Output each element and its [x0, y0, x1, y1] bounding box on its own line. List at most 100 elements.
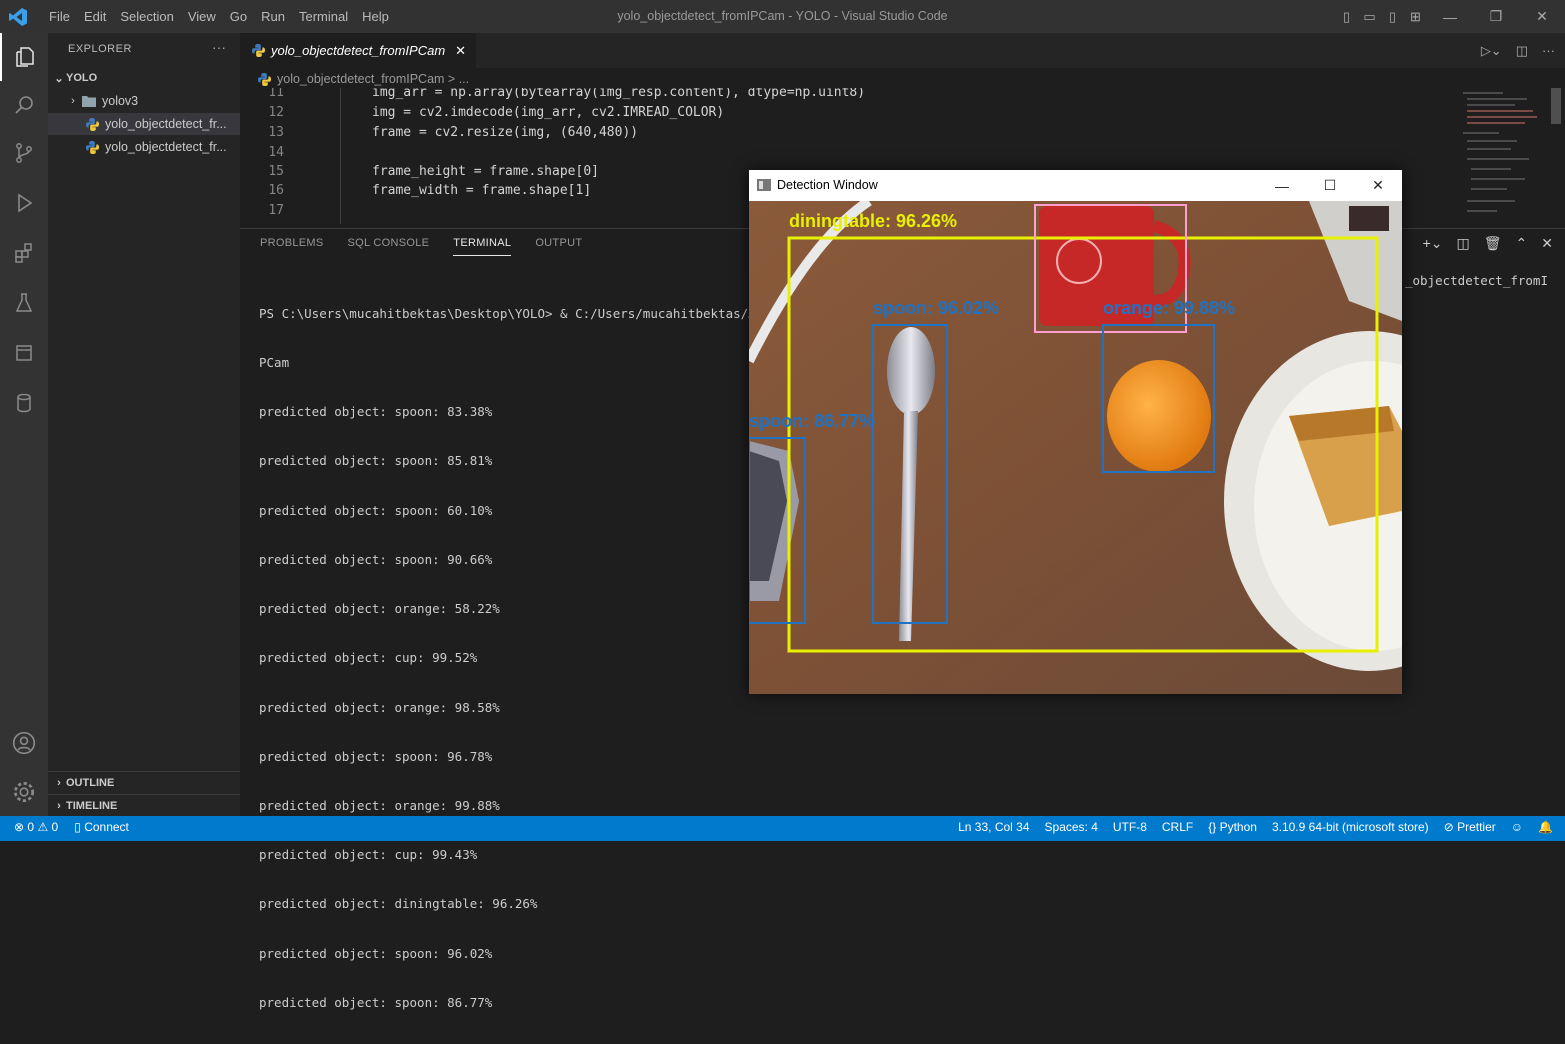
tab-output[interactable]: OUTPUT: [535, 237, 582, 256]
close-window-button[interactable]: ✕: [1519, 0, 1565, 33]
editor-tab-label: yolo_objectdetect_fromIPCam: [271, 43, 446, 58]
tab-terminal[interactable]: TERMINAL: [453, 237, 512, 256]
outline-section[interactable]: › OUTLINE: [48, 771, 240, 794]
kill-terminal-icon[interactable]: 🗑: [1484, 235, 1502, 252]
encoding[interactable]: UTF-8: [1113, 820, 1147, 834]
timeline-section[interactable]: › TIMELINE: [48, 794, 240, 817]
terminal-line-continuation: _objectdetect_fromI: [1405, 273, 1548, 288]
detection-window[interactable]: Detection Window — ☐ ✕ diningtable: 96.2…: [749, 170, 1402, 694]
line-number: 11: [268, 88, 284, 100]
close-panel-icon[interactable]: ✕: [1541, 235, 1553, 252]
code-line: 14: [240, 145, 284, 165]
search-icon[interactable]: [0, 81, 48, 129]
customize-layout-icon[interactable]: ⊞: [1404, 0, 1427, 33]
close-button[interactable]: ✕: [1354, 170, 1402, 201]
terminal-line: predicted object: spoon: 83.38%: [259, 404, 493, 420]
indentation[interactable]: Spaces: 4: [1045, 820, 1098, 834]
line-number: 17: [268, 203, 284, 218]
terminal-line: predicted object: diningtable: 96.26%: [259, 896, 538, 912]
explorer-sidebar: EXPLORER ··· ⌄ YOLO › yolov3 yolo_object…: [48, 33, 240, 816]
minimap[interactable]: [1455, 88, 1565, 224]
connect-status[interactable]: ▯ Connect: [74, 820, 129, 834]
maximize-panel-icon[interactable]: ⌃: [1516, 235, 1528, 252]
run-python-icon[interactable]: ▷⌄: [1481, 43, 1502, 59]
restore-button[interactable]: ❐: [1473, 0, 1519, 33]
maximize-button[interactable]: ☐: [1306, 170, 1354, 201]
chevron-right-icon: ›: [71, 95, 75, 107]
prettier-status[interactable]: ⊘ Prettier: [1444, 820, 1496, 834]
detection-window-titlebar[interactable]: Detection Window — ☐ ✕: [749, 170, 1402, 201]
split-terminal-icon[interactable]: ◫: [1457, 235, 1470, 252]
chevron-down-icon: ⌄: [54, 72, 64, 85]
run-debug-icon[interactable]: [0, 179, 48, 227]
terminal-line: predicted object: orange: 98.58%: [259, 699, 500, 715]
terminal-output[interactable]: PS C:\Users\mucahitbektas\Desktop\YOLO> …: [259, 273, 756, 1044]
detection-label-spoon: spoon: 96.02%: [873, 298, 1000, 318]
explorer-header: EXPLORER: [68, 43, 132, 55]
error-icon: ⊗: [14, 820, 25, 834]
tree-item-file[interactable]: yolo_objectdetect_fr...: [48, 113, 240, 135]
breadcrumb-text[interactable]: yolo_objectdetect_fromIPCam > ...: [277, 72, 469, 86]
editor-more-icon[interactable]: ···: [1542, 43, 1555, 58]
terminal-line: predicted object: spoon: 85.81%: [259, 453, 493, 469]
menu-file[interactable]: File: [42, 9, 77, 24]
workspace-root-label: YOLO: [66, 72, 98, 84]
problems-status[interactable]: ⊗ 0 ⚠ 0: [14, 820, 58, 834]
minimize-button[interactable]: —: [1258, 170, 1306, 201]
timeline-label: TIMELINE: [66, 800, 118, 812]
minimize-button[interactable]: —: [1427, 0, 1473, 33]
python-interpreter[interactable]: 3.10.9 64-bit (microsoft store): [1272, 820, 1429, 834]
notifications-bell-icon[interactable]: 🔔: [1538, 820, 1553, 834]
code-line: 16 frame_width = frame.shape[1]: [240, 183, 591, 203]
testing-flask-icon[interactable]: [0, 279, 48, 327]
python-file-icon: [252, 44, 265, 57]
close-tab-icon[interactable]: ✕: [455, 43, 466, 59]
tree-item-file[interactable]: yolo_objectdetect_fr...: [48, 136, 240, 158]
account-icon[interactable]: [0, 719, 48, 767]
cursor-position[interactable]: Ln 33, Col 34: [958, 820, 1029, 834]
toggle-sidebar-icon[interactable]: ▯: [1335, 0, 1358, 33]
plug-icon: ▯: [74, 820, 81, 834]
menu-edit[interactable]: Edit: [77, 9, 113, 24]
menu-terminal[interactable]: Terminal: [292, 9, 355, 24]
toggle-secondary-sidebar-icon[interactable]: ▯: [1381, 0, 1404, 33]
error-count: 0: [27, 820, 35, 834]
workspace-root[interactable]: ⌄ YOLO: [48, 67, 240, 89]
python-file-icon: [86, 140, 99, 154]
code-text: img = cv2.imdecode(img_arr, cv2.IMREAD_C…: [372, 105, 725, 120]
terminal-line: predicted object: cup: 99.43%: [259, 847, 478, 863]
feedback-icon[interactable]: ☺: [1511, 820, 1523, 834]
warning-count: 0: [51, 820, 59, 834]
detection-label-diningtable: diningtable: 96.26%: [789, 211, 958, 231]
menu-view[interactable]: View: [181, 9, 223, 24]
tree-item-folder[interactable]: › yolov3: [48, 90, 240, 112]
connect-label: Connect: [84, 820, 129, 834]
toggle-panel-icon[interactable]: ▭: [1358, 0, 1381, 33]
line-number: 12: [268, 105, 284, 120]
language-mode[interactable]: {} Python: [1208, 820, 1257, 834]
menu-go[interactable]: Go: [223, 9, 254, 24]
menu-help[interactable]: Help: [355, 9, 396, 24]
settings-gear-icon[interactable]: [0, 768, 48, 816]
extensions-icon[interactable]: [0, 229, 48, 277]
remote-explorer-icon[interactable]: [0, 329, 48, 377]
terminal-line: PCam: [259, 355, 290, 371]
tab-problems[interactable]: PROBLEMS: [260, 237, 324, 256]
check-icon: ⊘: [1443, 820, 1454, 834]
menu-run[interactable]: Run: [254, 9, 292, 24]
split-editor-icon[interactable]: ◫: [1516, 43, 1528, 59]
breadcrumb: yolo_objectdetect_fromIPCam > ...: [258, 70, 469, 88]
more-actions-icon[interactable]: ···: [212, 39, 226, 55]
editor-tab[interactable]: yolo_objectdetect_fromIPCam ✕: [240, 33, 476, 68]
code-text: frame_height = frame.shape[0]: [372, 164, 599, 179]
explorer-icon[interactable]: [0, 33, 48, 81]
camera-frame: diningtable: 96.26% spoon: 96.02% orange…: [749, 201, 1402, 694]
tab-sql-console[interactable]: SQL CONSOLE: [348, 237, 430, 256]
vscode-logo-icon: [9, 8, 27, 26]
new-terminal-icon[interactable]: +⌄: [1423, 235, 1443, 252]
line-ending[interactable]: CRLF: [1162, 820, 1193, 834]
database-icon[interactable]: [0, 379, 48, 427]
menu-selection[interactable]: Selection: [113, 9, 180, 24]
source-control-icon[interactable]: [0, 129, 48, 177]
chevron-right-icon: ›: [57, 800, 61, 812]
